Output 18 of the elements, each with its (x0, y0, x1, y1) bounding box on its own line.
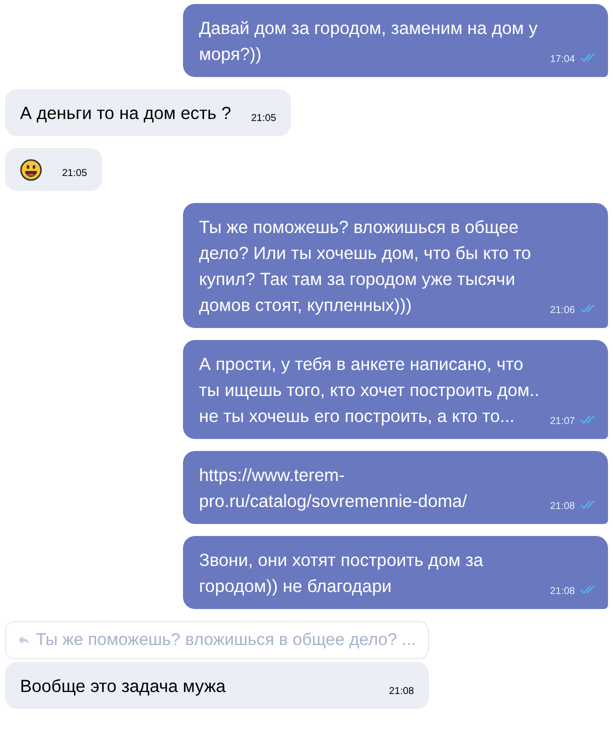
message-time: 21:08 (550, 500, 575, 514)
message-text: Давай дом за городом, заменим на дом у моря?)) (199, 17, 539, 66)
reply-text: Ты же поможешь? вложишься в общее дело? ... (36, 629, 416, 651)
message-text: А деньги то на дом есть ? (20, 102, 232, 125)
message-time: 21:05 (251, 112, 276, 126)
message-time: 21:08 (388, 684, 414, 698)
message-text: Звони, они хотят построить дом за городом)) не благодари (199, 549, 484, 598)
message-text: https://www.terem-pro.ru/catalog/sovremennie-doma/ (199, 464, 468, 513)
message-text: Вообще это задача мужа (20, 674, 227, 698)
message-time: 21:06 (550, 304, 575, 318)
message-time: 17:04 (550, 53, 575, 67)
message-text: А прости, у тебя в анкете написано, что ты ищешь того, кто хочет построить дом.. не ты хочешь его построить, а кто то... (199, 353, 540, 428)
smiley-icon (20, 159, 42, 181)
message-time: 21:05 (62, 167, 88, 181)
message-time: 21:07 (550, 415, 575, 429)
message-text: Ты же поможешь? вложишься в общее дело? Или ты хочешь дом, что бы кто то купил? Так там за городом уже тысячи домов стоят, купленных))) (199, 216, 532, 317)
message-time: 21:08 (550, 585, 575, 599)
reply-quote[interactable]: Ты же поможешь? вложишься в общее дело? ... (5, 621, 429, 658)
